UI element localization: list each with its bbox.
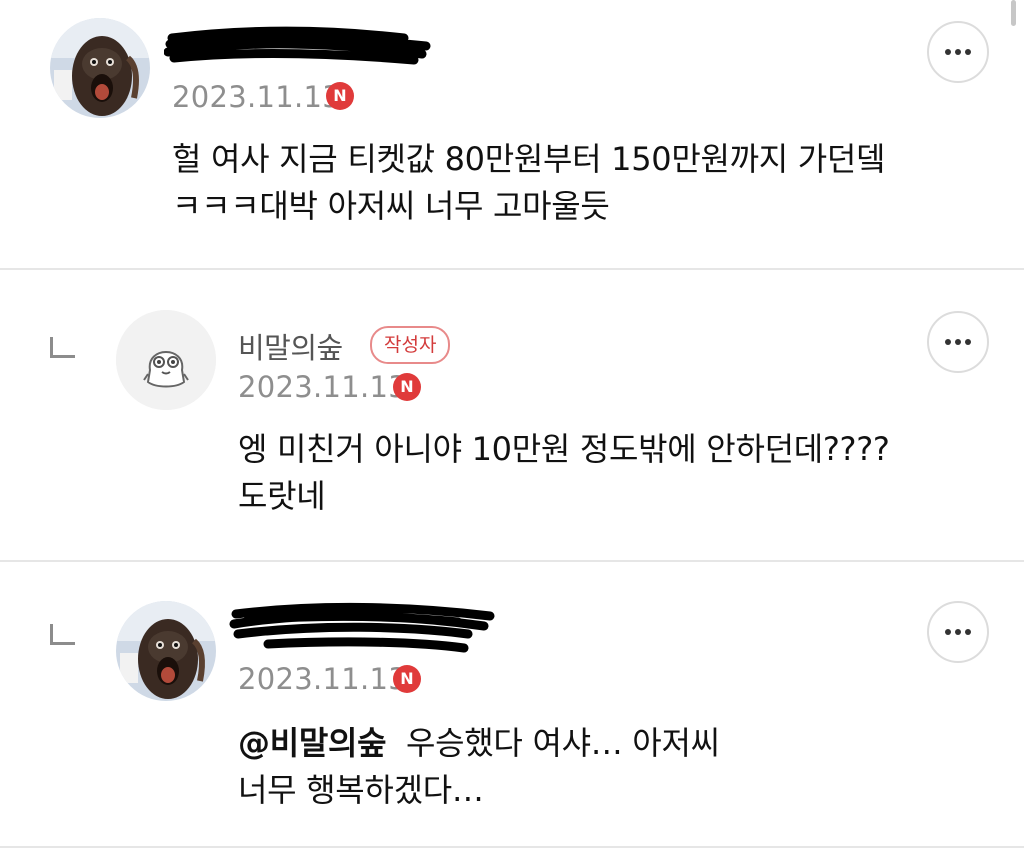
- orangutan-avatar-image: [50, 18, 150, 118]
- comment-author-name[interactable]: 비말의숲: [238, 325, 343, 367]
- comment-text-line: 엥 미친거 아니야 10만원 정도밖에 안하던데????: [238, 430, 890, 468]
- comment-text-line: 헐 여사 지금 티켓값 80만원부터 150만원까지 가던뎈: [172, 140, 886, 178]
- new-badge-icon: N: [393, 373, 421, 401]
- comment-text: 헐 여사 지금 티켓값 80만원부터 150만원까지 가던뎈 ㅋㅋㅋ대박 아저씨…: [172, 136, 886, 230]
- comment-text-line: ㅋㅋㅋ대박 아저씨 너무 고마울듯: [172, 187, 610, 225]
- reply-comment-item: 비말의숲 작성자 2023.11.13 N 엥 미친거 아니야 10만원 정도밖…: [0, 270, 1024, 560]
- redaction-scribble: [164, 26, 431, 65]
- more-options-button[interactable]: [927, 601, 989, 663]
- comment-text: @비말의숲 우승했다 여샤… 아저씨 너무 행복하겠다…: [238, 720, 720, 814]
- redaction-scribble: [229, 602, 495, 653]
- comment-text-fragment: 우승했다 여샤… 아저씨: [406, 724, 720, 762]
- more-horizontal-icon: [945, 49, 971, 55]
- orangutan-avatar-image: [116, 601, 216, 701]
- default-character-avatar-image: [116, 310, 216, 410]
- reply-arrow-icon: [50, 624, 75, 645]
- comment-text-line: @비말의숲 우승했다 여샤… 아저씨: [238, 720, 720, 767]
- comment-text-line: 너무 행복하겠다…: [238, 771, 484, 809]
- comment-text: 엥 미친거 아니야 10만원 정도밖에 안하던데???? 도랏네: [238, 426, 890, 520]
- more-horizontal-icon: [945, 339, 971, 345]
- scrollbar-thumb[interactable]: [1011, 0, 1016, 26]
- more-horizontal-icon: [945, 629, 971, 635]
- divider: [0, 846, 1024, 848]
- avatar[interactable]: [116, 601, 216, 701]
- comment-date: 2023.11.13: [238, 370, 408, 404]
- author-badge: 작성자: [370, 326, 451, 364]
- avatar[interactable]: [116, 310, 216, 410]
- comment-date: 2023.11.13: [238, 662, 408, 696]
- comment-text-line: 도랏네: [238, 477, 326, 515]
- comment-item: 2023.11.13 N 헐 여사 지금 티켓값 80만원부터 150만원까지 …: [0, 0, 1024, 268]
- more-options-button[interactable]: [927, 311, 989, 373]
- comment-date: 2023.11.13: [172, 80, 342, 114]
- reply-comment-item: 2023.11.13 N @비말의숲 우승했다 여샤… 아저씨 너무 행복하겠다…: [0, 562, 1024, 846]
- new-badge-icon: N: [326, 82, 354, 110]
- reply-arrow-icon: [50, 337, 75, 358]
- mention-link[interactable]: @비말의숲: [238, 724, 387, 762]
- new-badge-icon: N: [393, 665, 421, 693]
- avatar[interactable]: [50, 18, 150, 118]
- more-options-button[interactable]: [927, 21, 989, 83]
